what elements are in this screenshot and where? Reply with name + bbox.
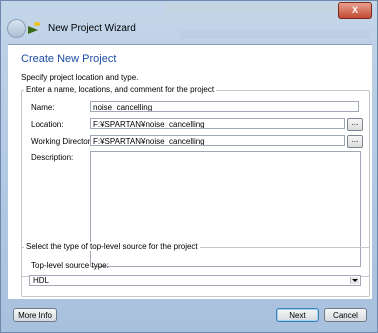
location-label: Location: <box>31 120 64 129</box>
more-info-button[interactable]: More Info <box>13 308 57 322</box>
description-label: Description: <box>31 153 74 162</box>
project-details-legend: Enter a name, locations, and comment for… <box>24 85 217 94</box>
page-subtitle: Specify project location and type. <box>21 73 139 82</box>
top-level-source-type-select[interactable]: HDL <box>29 275 361 286</box>
window-title-bar: New Project Wizard <box>28 22 136 34</box>
location-browse-button[interactable]: ... <box>347 118 363 131</box>
window-title: New Project Wizard <box>48 22 136 34</box>
back-arrow-button[interactable] <box>7 19 26 38</box>
page-title: Create New Project <box>21 53 117 65</box>
name-field[interactable]: noise_cancelling <box>90 101 359 112</box>
working-directory-browse-button[interactable]: ... <box>347 135 363 148</box>
wizard-window: X New Project Wizard Create New Project … <box>0 0 378 333</box>
top-level-source-type-value: HDL <box>33 276 50 285</box>
location-field[interactable]: F:¥SPARTAN¥noise_cancelling <box>90 118 345 129</box>
source-type-group <box>21 247 370 297</box>
cancel-button[interactable]: Cancel <box>324 308 367 322</box>
window-close-button[interactable]: X <box>338 2 372 19</box>
name-label: Name: <box>31 103 55 112</box>
next-button[interactable]: Next <box>276 308 319 322</box>
source-type-legend: Select the type of top-level source for … <box>24 242 200 251</box>
chevron-down-icon <box>350 277 359 284</box>
top-level-source-type-label: Top-level source type: <box>31 261 109 270</box>
working-directory-label: Working Directory: <box>31 137 97 146</box>
wizard-content-panel: Create New Project Specify project locat… <box>8 44 372 299</box>
working-directory-field[interactable]: F:¥SPARTAN¥noise_cancelling <box>90 135 345 146</box>
wizard-icon <box>28 22 42 34</box>
